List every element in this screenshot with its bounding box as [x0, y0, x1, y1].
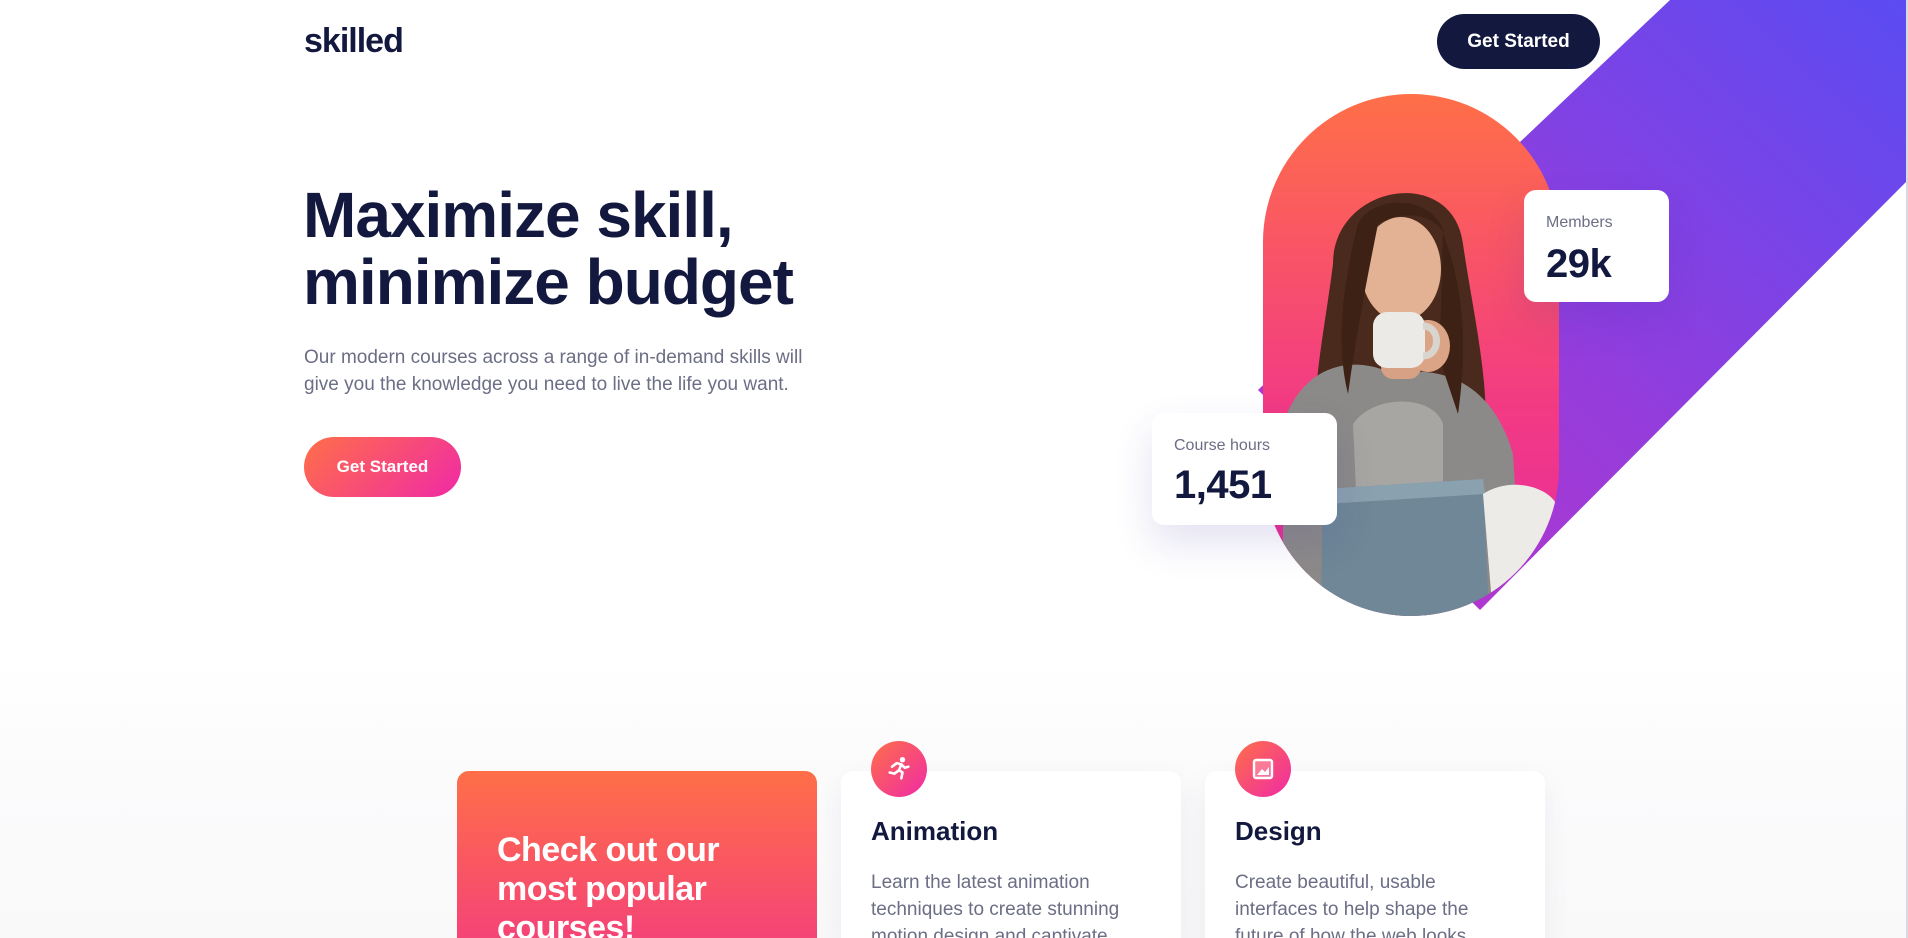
- popular-courses-heading: Check out our most popular courses!: [497, 831, 797, 938]
- course-hours-stat-card: Course hours 1,451: [1152, 413, 1337, 525]
- course-card-design[interactable]: Design Create beautiful, usable interfac…: [1205, 741, 1545, 938]
- hero-heading-line-1: Maximize skill,: [303, 179, 734, 251]
- hero-heading-line-2: minimize budget: [303, 246, 794, 318]
- course-description-design: Create beautiful, usable interfaces to h…: [1235, 872, 1469, 938]
- members-stat-card: Members 29k: [1524, 190, 1669, 302]
- popular-courses-promo-card: Check out our most popular courses!: [457, 771, 817, 938]
- course-title-animation: Animation: [871, 816, 999, 846]
- course-title-design: Design: [1235, 816, 1322, 846]
- hero-image-pill: [1263, 94, 1559, 616]
- hero-heading: Maximize skill, minimize budget: [303, 182, 943, 316]
- course-hours-label: Course hours: [1174, 437, 1271, 454]
- promo-line-1: Check out our: [497, 831, 720, 869]
- members-value: 29k: [1546, 242, 1612, 286]
- running-person-icon: [871, 741, 927, 797]
- hero-subtitle: Our modern courses across a range of in-…: [304, 347, 803, 395]
- course-description-animation: Learn the latest animation techniques to…: [871, 872, 1120, 938]
- woman-with-mug-illustration: [1283, 193, 1559, 616]
- brand-logo[interactable]: skilled: [304, 22, 404, 61]
- course-card-animation[interactable]: Animation Learn the latest animation tec…: [841, 741, 1181, 938]
- hero-get-started-button[interactable]: Get Started: [304, 437, 461, 497]
- course-hours-value: 1,451: [1174, 463, 1272, 507]
- promo-line-2: most popular: [497, 870, 707, 908]
- members-label: Members: [1546, 214, 1613, 231]
- promo-line-3: courses!: [497, 909, 635, 938]
- header-get-started-button[interactable]: Get Started: [1437, 14, 1600, 69]
- image-frame-icon: [1235, 741, 1291, 797]
